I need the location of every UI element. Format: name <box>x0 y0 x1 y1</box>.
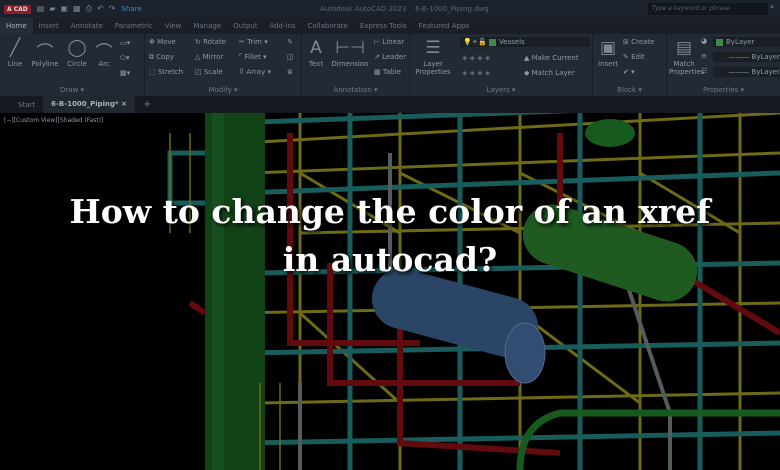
insert-button[interactable]: ▣ Insert <box>596 38 620 68</box>
copy-button[interactable]: ⧉ Copy <box>149 53 174 62</box>
file-tabs: Start 6-B-1000_Piping* × + <box>0 96 780 113</box>
color-dropdown[interactable]: ByLayer <box>713 37 780 47</box>
new-tab-button[interactable]: + <box>135 99 159 110</box>
dimension-icon: ⊢⊣ <box>335 38 365 58</box>
modify-panel-label[interactable]: Modify ▾ <box>145 86 301 94</box>
new-icon[interactable]: ▤ <box>37 4 45 14</box>
circle-icon: ◯ <box>67 38 87 58</box>
trim-button[interactable]: ✂ Trim ▾ <box>239 38 268 46</box>
tab-home[interactable]: Home <box>0 18 33 34</box>
tab-insert[interactable]: Insert <box>33 22 65 30</box>
layer-dropdown[interactable]: 💡☀🔓 Vessels <box>460 37 590 47</box>
polyline-icon: ⌒ <box>36 43 54 63</box>
saveas-icon[interactable]: ▦ <box>73 4 81 14</box>
circle-button[interactable]: ◯ Circle <box>64 38 90 68</box>
lineweight-icon: ☷ <box>701 67 708 75</box>
tab-featured-apps[interactable]: Featured Apps <box>413 22 475 30</box>
rotate-button[interactable]: ↻ Rotate <box>195 38 226 46</box>
layer-tools-icon[interactable]: ◈ ◈ ◈ ◈ <box>462 69 490 77</box>
tab-annotate[interactable]: Annotate <box>65 22 109 30</box>
plot-icon[interactable]: ⎙ <box>86 4 92 14</box>
dark-overlay <box>0 113 780 470</box>
drawing-viewport[interactable]: [−][Custom View][Shaded (Fast)] <box>0 113 780 470</box>
tab-collaborate[interactable]: Collaborate <box>302 22 354 30</box>
explode-icon[interactable]: ◫ <box>287 53 294 61</box>
layers-icon: ☰ <box>425 38 441 58</box>
open-icon[interactable]: ▰ <box>49 4 55 14</box>
tab-manage[interactable]: Manage <box>187 22 227 30</box>
quick-access-toolbar: ▤ ▰ ▣ ▦ ⎙ ↶ ↷ <box>37 4 116 14</box>
block-panel: ▣ Insert ⊞ Create ✎ Edit ✔ ▾ Block ▾ <box>593 34 667 96</box>
text-icon: A <box>310 38 322 58</box>
layer-tools-icon[interactable]: ◈ ◈ ◈ ◈ <box>462 54 490 62</box>
polyline-button[interactable]: ⌒ Polyline <box>28 38 62 68</box>
linear-button[interactable]: ⊢ Linear <box>374 38 404 46</box>
start-tab[interactable]: Start <box>10 101 43 109</box>
undo-icon[interactable]: ↶ <box>97 4 104 14</box>
viewport-controls[interactable]: [−][Custom View][Shaded (Fast)] <box>4 117 103 124</box>
fillet-button[interactable]: ⌜ Fillet ▾ <box>239 53 267 61</box>
dimension-button[interactable]: ⊢⊣ Dimension <box>330 38 370 68</box>
ribbon-tabs: Home Insert Annotate Parametric View Man… <box>0 18 780 34</box>
offset-icon[interactable]: ⋐ <box>287 68 293 76</box>
properties-panel-label[interactable]: Properties ▾ <box>667 86 780 94</box>
create-block-button[interactable]: ⊞ Create <box>623 38 654 46</box>
block-attributes-icon[interactable]: ✔ ▾ <box>623 68 635 76</box>
block-panel-label[interactable]: Block ▾ <box>593 86 666 94</box>
line-icon: ╱ <box>9 38 21 58</box>
app-title: Autodesk AutoCAD 2023 6-B-1000_Piping.dw… <box>320 5 489 13</box>
line-button[interactable]: ╱ Line <box>4 38 26 68</box>
ellipse-icon[interactable]: ⬭▾ <box>120 54 130 63</box>
match-properties-button[interactable]: ▤ Match Properties <box>669 38 704 76</box>
move-button[interactable]: ✥ Move <box>149 38 176 46</box>
save-icon[interactable]: ▣ <box>60 4 68 14</box>
table-button[interactable]: ▦ Table <box>374 68 401 76</box>
annotation-panel-label[interactable]: Annotation ▾ <box>302 86 409 94</box>
stretch-button[interactable]: ⬚ Stretch <box>149 68 183 76</box>
erase-icon[interactable]: ✎ <box>287 38 293 46</box>
tab-addins[interactable]: Add-ins <box>263 22 301 30</box>
arc-button[interactable]: ⌒ Arc <box>94 38 114 68</box>
color-wheel-icon: ◕ <box>701 37 708 45</box>
layers-panel: ☰ Layer Properties 💡☀🔓 Vessels ◈ ◈ ◈ ◈ ◈ … <box>410 34 593 96</box>
insert-icon: ▣ <box>599 38 617 58</box>
text-button[interactable]: A Text <box>305 38 327 68</box>
draw-panel-label[interactable]: Draw ▾ <box>0 86 144 94</box>
tab-output[interactable]: Output <box>227 22 263 30</box>
match-layer-button[interactable]: ◆ Match Layer <box>524 69 575 77</box>
mirror-button[interactable]: △ Mirror <box>195 53 223 61</box>
make-current-button[interactable]: ▲ Make Current <box>524 54 579 62</box>
edit-block-button[interactable]: ✎ Edit <box>623 53 645 61</box>
properties-panel: ▤ Match Properties ◕ ByLayer ≡ ——— ByLaye… <box>667 34 780 96</box>
search-icon[interactable]: ⌕ <box>770 2 774 12</box>
leader-button[interactable]: ↗ Leader <box>374 53 406 61</box>
autocad-logo[interactable]: A CAD <box>4 4 31 14</box>
linetype-icon: ≡ <box>701 52 707 60</box>
drawing-tab[interactable]: 6-B-1000_Piping* × <box>43 96 136 113</box>
array-button[interactable]: ⠿ Array ▾ <box>239 68 271 76</box>
annotation-panel: A Text ⊢⊣ Dimension ⊢ Linear ↗ Leader ▦ Ta… <box>302 34 410 96</box>
arc-icon: ⌒ <box>95 43 113 63</box>
search-input[interactable]: Type a keyword or phrase <box>648 3 768 15</box>
title-bar: A CAD ▤ ▰ ▣ ▦ ⎙ ↶ ↷ Share Autodesk AutoCAD 202… <box>0 0 780 18</box>
rectangle-icon[interactable]: ▭▾ <box>120 39 130 47</box>
tab-express-tools[interactable]: Express Tools <box>354 22 413 30</box>
linetype-dropdown[interactable]: ——— ByLayer <box>713 52 780 62</box>
lineweight-dropdown[interactable]: ——— ByLayer <box>713 67 780 77</box>
article-headline: How to change the color of an xref in au… <box>69 192 711 279</box>
scale-button[interactable]: ◰ Scale <box>195 68 223 76</box>
layers-panel-label[interactable]: Layers ▾ <box>410 86 592 94</box>
close-tab-icon[interactable]: × <box>121 100 127 108</box>
tab-parametric[interactable]: Parametric <box>109 22 159 30</box>
share-button[interactable]: Share <box>121 5 141 13</box>
draw-panel: ╱ Line ⌒ Polyline ◯ Circle ⌒ Arc ▭▾ ⬭▾ ▦▾ Dr… <box>0 34 145 96</box>
redo-icon[interactable]: ↷ <box>109 4 116 14</box>
layer-properties-button[interactable]: ☰ Layer Properties <box>414 38 452 76</box>
modify-panel: ✥ Move ⧉ Copy ⬚ Stretch ↻ Rotate △ Mirro… <box>145 34 302 96</box>
ribbon: ╱ Line ⌒ Polyline ◯ Circle ⌒ Arc ▭▾ ⬭▾ ▦▾ Dr… <box>0 34 780 96</box>
match-properties-icon: ▤ <box>675 38 693 58</box>
hatch-icon[interactable]: ▦▾ <box>120 69 130 77</box>
tab-view[interactable]: View <box>159 22 188 30</box>
